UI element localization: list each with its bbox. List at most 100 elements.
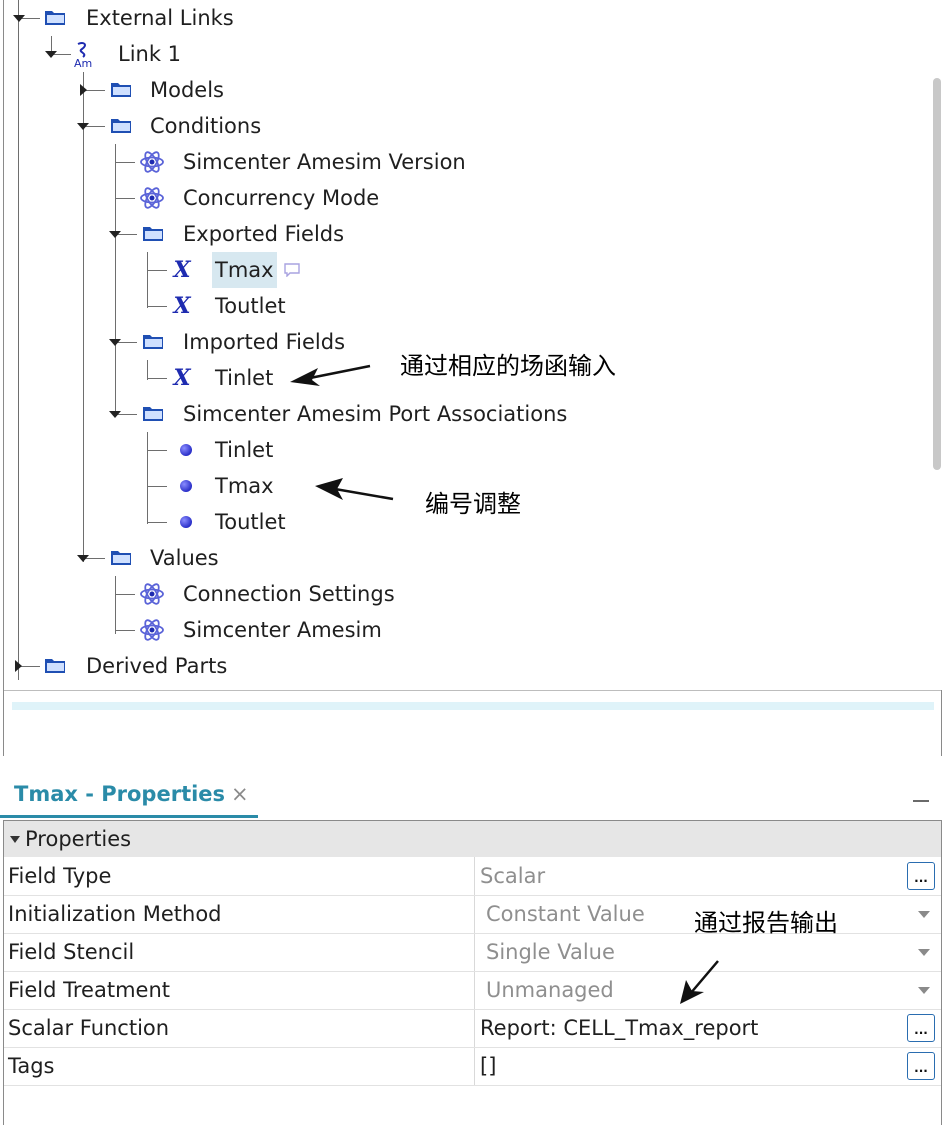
tree-node-label: Imported Fields [183,330,346,354]
collapse-arrow-icon[interactable] [77,123,89,130]
tree-node-label: Link 1 [118,42,182,66]
annotation-ports-note: 编号调整 [425,490,521,518]
property-name: Initialization Method [8,902,222,926]
tree-node-label: Simcenter Amesim Version [183,150,466,174]
property-row-scalar-function[interactable]: Scalar Function Report: CELL_Tmax_report… [4,1009,941,1048]
ellipsis-button[interactable]: ... [907,1014,935,1042]
tree-node-label: External Links [86,6,234,30]
property-value[interactable]: [] [480,1047,496,1085]
collapse-arrow-icon[interactable] [45,51,57,58]
tree-vertical-scrollbar[interactable] [931,0,942,690]
folder-icon [143,335,163,349]
port-dot-icon [180,480,192,492]
tree-node-tinlet-port[interactable]: Tinlet [4,432,504,468]
tree-node-amesim-version[interactable]: Simcenter Amesim Version [4,144,504,180]
expand-arrow-icon[interactable] [15,660,22,672]
tree-node-label: Values [150,546,219,570]
collapse-arrow-icon[interactable] [13,15,25,22]
tree-horizontal-scrollbar[interactable] [12,702,934,710]
collapse-arrow-icon[interactable] [109,411,121,418]
svg-text:Am: Am [74,57,92,69]
property-value[interactable]: Constant Value [486,895,645,933]
ellipsis-button[interactable]: ... [907,862,935,890]
field-x-icon: X [173,293,191,319]
tree-node-label: Exported Fields [183,222,345,246]
tree-node-external-links[interactable]: External Links [4,0,404,36]
property-value: Scalar [480,864,546,888]
dropdown-arrow-icon[interactable] [918,987,930,994]
amesim-link-icon: Am [74,41,92,69]
tree-footer [4,690,941,757]
properties-tab[interactable]: Tmax - Properties × [14,776,249,812]
tree-node-label: Toutlet [215,294,286,318]
atom-icon [140,151,164,173]
comment-icon[interactable] [284,263,300,277]
property-name: Tags [8,1054,55,1078]
ellipsis-button[interactable]: ... [907,1052,935,1080]
tree-node-label: Tinlet [215,438,274,462]
property-name: Field Type [8,864,112,888]
annotation-arrow-icon [290,364,371,386]
folder-icon [111,551,131,565]
property-value[interactable]: Single Value [486,933,615,971]
property-row-tags[interactable]: Tags [] ... [4,1047,941,1086]
tree-node-models[interactable]: Models [4,72,404,108]
tree-node-port-associations[interactable]: Simcenter Amesim Port Associations [4,396,624,432]
collapse-arrow-icon[interactable] [77,555,89,562]
property-value[interactable]: Unmanaged [486,971,614,1009]
port-dot-icon [180,516,192,528]
collapse-arrow-icon[interactable] [109,339,121,346]
tree-node-conditions[interactable]: Conditions [4,108,404,144]
tree-node-label: Derived Parts [86,654,228,678]
folder-icon [111,83,131,97]
tree-node-label: Simcenter Amesim [183,618,382,642]
collapse-triangle-icon[interactable] [10,835,20,843]
field-x-icon: X [173,365,191,391]
tree-node-label: Concurrency Mode [183,186,380,210]
tree-node-derived-parts[interactable]: Derived Parts [4,648,504,684]
scrollbar-thumb[interactable] [933,78,941,470]
tree-node-label: Tmax [215,474,274,498]
tree-node-values[interactable]: Values [4,540,504,576]
folder-icon [111,119,131,133]
properties-grid: Properties Field Type Scalar ... Initial… [3,820,942,1125]
expand-arrow-icon[interactable] [80,84,87,96]
close-icon[interactable]: × [231,782,249,806]
tree-node-tmax-field[interactable]: X Tmax [4,252,504,288]
folder-icon [45,11,65,25]
property-row-field-type[interactable]: Field Type Scalar ... [4,857,941,896]
section-label: Properties [25,827,132,851]
tree-node-concurrency-mode[interactable]: Concurrency Mode [4,180,504,216]
tree-node-label: Tmax [212,252,277,288]
tree-node-exported-fields[interactable]: Exported Fields [4,216,504,252]
property-row-field-treatment[interactable]: Field Treatment Unmanaged [4,971,941,1010]
tree-node-label: Connection Settings [183,582,395,606]
folder-icon [45,659,65,673]
dropdown-arrow-icon[interactable] [918,949,930,956]
tree-node-label: Toutlet [215,510,286,534]
property-name: Scalar Function [8,1016,170,1040]
atom-icon [140,187,164,209]
tree-node-label: Tinlet [215,366,274,390]
annotation-report-note: 通过报告输出 [694,909,838,937]
folder-icon [143,227,163,241]
atom-icon [140,619,164,641]
tree-node-connection-settings[interactable]: Connection Settings [4,576,504,612]
collapse-arrow-icon[interactable] [109,231,121,238]
annotation-arrow-icon [315,478,394,501]
dropdown-arrow-icon[interactable] [918,911,930,918]
tree-node-toutlet-field[interactable]: X Toutlet [4,288,504,324]
properties-section-header[interactable]: Properties [4,821,941,857]
folder-icon [143,407,163,421]
tab-underline [0,815,258,818]
annotation-arrow-icon [680,960,719,1004]
port-dot-icon [180,444,192,456]
tree-node-label: Conditions [150,114,262,138]
property-name: Field Treatment [8,978,171,1002]
atom-icon [140,583,164,605]
property-row-field-stencil[interactable]: Field Stencil Single Value [4,933,941,972]
tree-node-link-1[interactable]: Am Link 1 [4,36,404,72]
property-value[interactable]: Report: CELL_Tmax_report [480,1009,758,1047]
minimize-icon[interactable] [913,800,929,802]
tree-node-simcenter-amesim[interactable]: Simcenter Amesim [4,612,504,648]
